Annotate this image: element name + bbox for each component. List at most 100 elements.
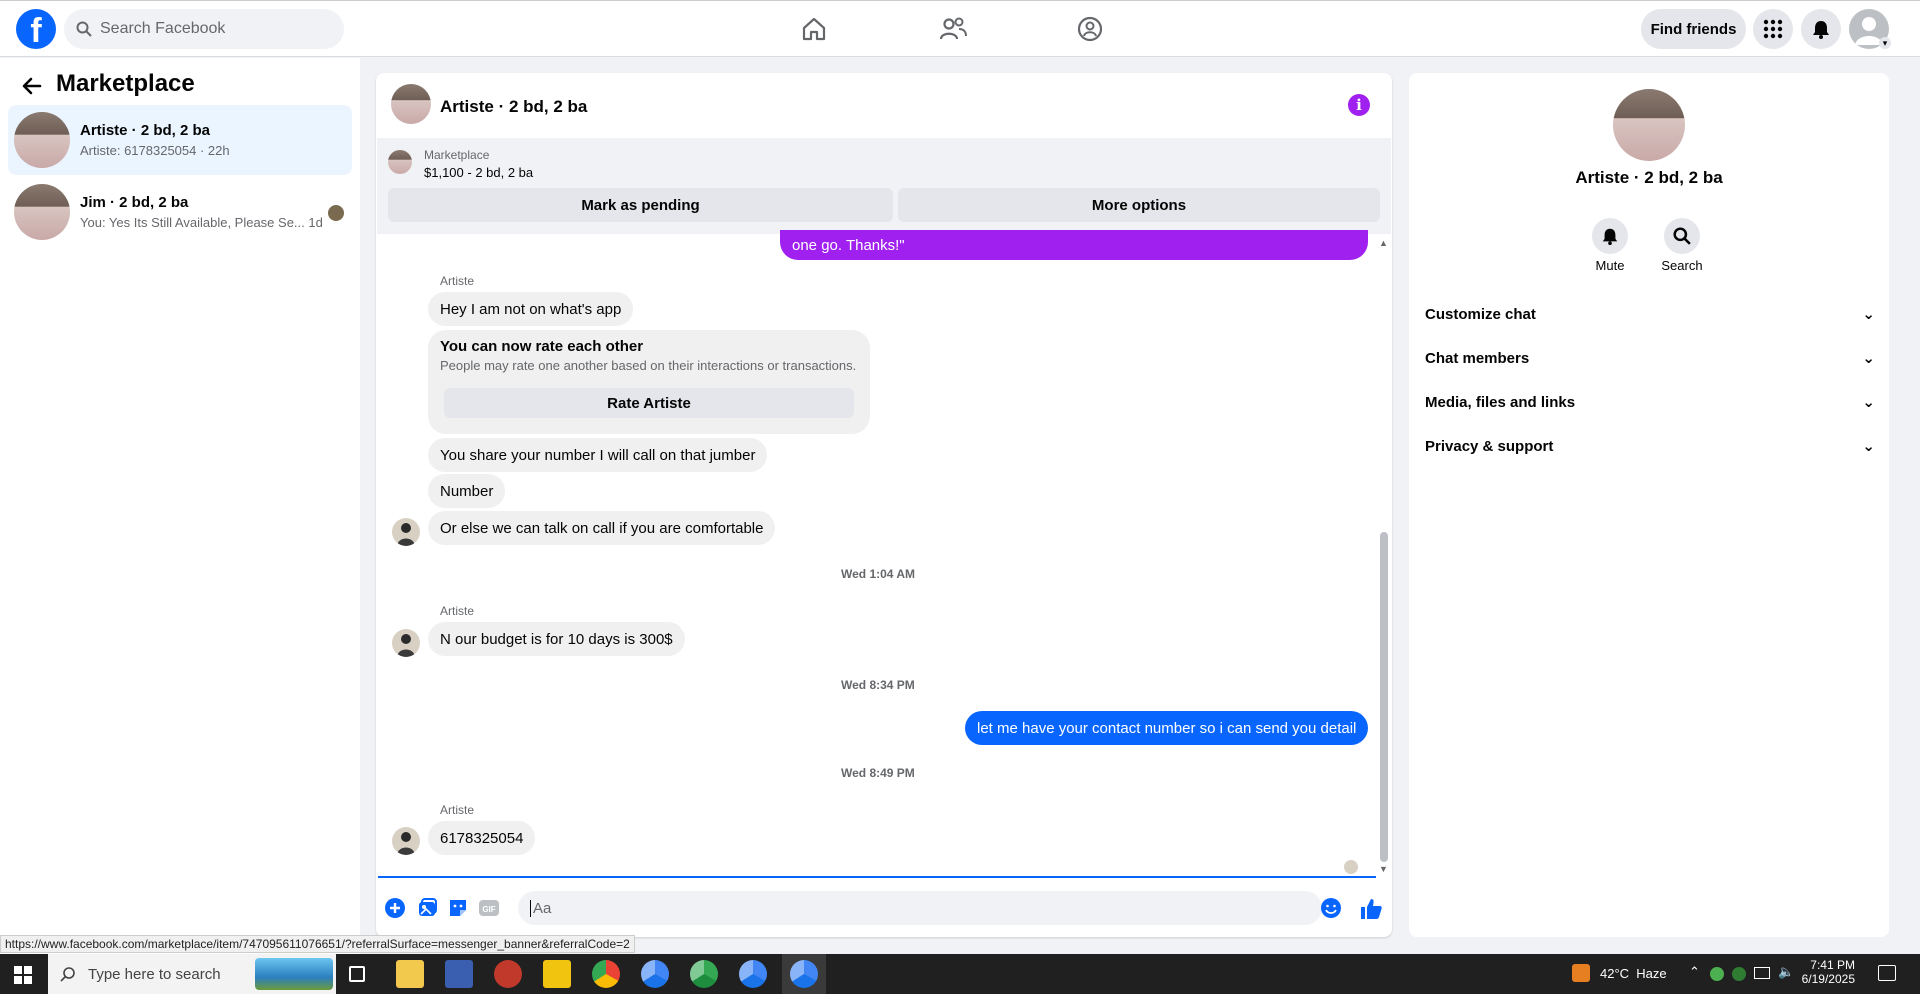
chat-header-title[interactable]: Artiste · 2 bd, 2 ba xyxy=(440,97,587,117)
incoming-message[interactable]: N our budget is for 10 days is 300$ xyxy=(428,622,685,656)
banner-thumbnail xyxy=(388,150,412,174)
sticker-icon[interactable] xyxy=(447,897,469,919)
chat-header-thumbnail[interactable] xyxy=(391,84,431,124)
bell-icon xyxy=(1602,228,1618,245)
search-icon xyxy=(60,967,75,982)
incoming-message[interactable]: 6178325054 xyxy=(428,821,536,855)
add-plus-icon[interactable] xyxy=(384,897,406,919)
search-chat-button[interactable] xyxy=(1664,218,1700,254)
rate-artiste-button[interactable]: Rate Artiste xyxy=(444,388,854,418)
chevron-down-icon: ⌄ xyxy=(1862,394,1875,411)
thumbs-up-icon[interactable] xyxy=(1359,897,1383,921)
emoji-icon[interactable] xyxy=(1320,897,1342,919)
scroll-up-icon[interactable]: ▲ xyxy=(1379,238,1388,248)
groups-icon[interactable] xyxy=(1073,12,1107,46)
section-customize-chat[interactable]: Customize chat ⌄ xyxy=(1425,302,1875,326)
chrome-profile-icon[interactable] xyxy=(790,960,818,988)
conversation-item-artiste[interactable]: Artiste · 2 bd, 2 ba Artiste: 6178325054… xyxy=(8,105,352,175)
seen-avatar xyxy=(328,205,344,221)
info-icon[interactable]: i xyxy=(1348,94,1370,116)
scrollbar-thumb[interactable] xyxy=(1380,532,1388,862)
menu-grid-icon[interactable] xyxy=(1753,9,1793,49)
chrome-icon[interactable] xyxy=(592,960,620,988)
rate-card: You can now rate each other People may r… xyxy=(428,330,870,434)
incoming-message[interactable]: You share your number I will call on tha… xyxy=(428,438,768,472)
outgoing-message-partial[interactable]: one go. Thanks!" xyxy=(780,230,1368,260)
tray-app-icon[interactable] xyxy=(1710,967,1724,981)
sender-avatar[interactable] xyxy=(392,518,420,546)
chevron-down-icon: ⌄ xyxy=(1862,438,1875,455)
app-icon[interactable] xyxy=(494,960,522,988)
notification-center-icon[interactable] xyxy=(1878,965,1896,981)
chevron-down-icon: ⌄ xyxy=(1862,350,1875,367)
section-media-files-links[interactable]: Media, files and links ⌄ xyxy=(1425,390,1875,414)
sender-name: Artiste xyxy=(440,803,475,817)
listing-thumbnail xyxy=(14,184,70,240)
timestamp: Wed 8:49 PM xyxy=(841,766,915,780)
find-friends-button[interactable]: Find friends xyxy=(1641,9,1746,49)
message-input[interactable]: Aa xyxy=(518,891,1322,925)
conversation-title: Artiste · 2 bd, 2 ba xyxy=(80,122,211,139)
search-facebook-input[interactable]: Search Facebook xyxy=(64,9,344,49)
svg-text:GIF: GIF xyxy=(482,905,495,914)
conversation-item-jim[interactable]: Jim · 2 bd, 2 ba You: Yes Its Still Avai… xyxy=(8,177,352,247)
section-chat-members[interactable]: Chat members ⌄ xyxy=(1425,346,1875,370)
friends-icon[interactable] xyxy=(936,12,970,46)
gif-icon[interactable]: GIF xyxy=(478,897,500,919)
sender-avatar[interactable] xyxy=(392,629,420,657)
task-view-icon[interactable] xyxy=(349,966,365,982)
search-icon xyxy=(76,21,92,37)
home-icon[interactable] xyxy=(797,12,831,46)
chevron-down-icon[interactable]: ▾ xyxy=(1879,37,1891,49)
tray-app-icon[interactable] xyxy=(1732,967,1746,981)
app-icon[interactable] xyxy=(445,960,473,988)
sender-avatar[interactable] xyxy=(392,827,420,855)
chevron-down-icon: ⌄ xyxy=(1862,306,1875,323)
chrome-profile-icon[interactable] xyxy=(739,960,767,988)
sender-name: Artiste xyxy=(440,274,475,288)
weather-text[interactable]: 42°C Haze xyxy=(1600,966,1667,981)
rate-card-description: People may rate one another based on the… xyxy=(440,358,857,373)
file-explorer-icon[interactable] xyxy=(396,960,424,988)
outgoing-message[interactable]: let me have your contact number so i can… xyxy=(965,711,1369,745)
photo-icon[interactable] xyxy=(416,897,438,919)
conversation-preview: You: Yes Its Still Available, Please Se.… xyxy=(80,215,305,230)
banner-label: Marketplace xyxy=(424,148,490,162)
mute-label: Mute xyxy=(1595,258,1625,273)
chrome-profile-icon[interactable] xyxy=(641,960,669,988)
facebook-logo-icon[interactable]: f xyxy=(16,9,56,49)
sender-name: Artiste xyxy=(440,604,475,618)
incoming-message[interactable]: Or else we can talk on call if you are c… xyxy=(428,511,776,545)
notifications-bell-icon[interactable] xyxy=(1801,9,1841,49)
search-highlight-image xyxy=(255,958,333,990)
chrome-profile-icon[interactable] xyxy=(690,960,718,988)
mute-button[interactable] xyxy=(1592,218,1628,254)
rate-card-title: You can now rate each other xyxy=(440,338,644,355)
mark-as-pending-button[interactable]: Mark as pending xyxy=(388,188,893,222)
search-label: Search xyxy=(1661,258,1703,273)
incoming-message[interactable]: Number xyxy=(428,474,506,508)
back-arrow-icon[interactable] xyxy=(20,74,44,98)
search-placeholder: Search Facebook xyxy=(100,20,226,37)
section-privacy-support[interactable]: Privacy & support ⌄ xyxy=(1425,434,1875,458)
more-options-button[interactable]: More options xyxy=(898,188,1380,222)
read-receipt-avatar xyxy=(1344,860,1358,874)
link-status-url: https://www.facebook.com/marketplace/ite… xyxy=(0,935,635,953)
windows-start-icon[interactable] xyxy=(14,966,32,984)
incoming-message[interactable]: Hey I am not on what's app xyxy=(428,292,634,326)
chat-details-panel xyxy=(1409,73,1889,937)
network-icon[interactable] xyxy=(1754,967,1770,979)
listing-thumbnail xyxy=(14,112,70,168)
scroll-down-icon[interactable]: ▼ xyxy=(1379,864,1388,874)
timestamp: Wed 8:34 PM xyxy=(841,678,915,692)
chat-details-title: Artiste · 2 bd, 2 ba xyxy=(1575,168,1723,187)
clock[interactable]: 7:41 PM 6/19/2025 xyxy=(1795,958,1855,986)
sticky-notes-icon[interactable] xyxy=(543,960,571,988)
message-placeholder: Aa xyxy=(530,899,551,917)
show-hidden-icons-icon[interactable]: ⌃ xyxy=(1689,964,1700,980)
weather-icon[interactable] xyxy=(1572,964,1590,982)
page-title: Marketplace xyxy=(56,70,195,97)
volume-icon[interactable]: 🔈 xyxy=(1778,964,1794,980)
profile-thumbnail[interactable] xyxy=(1613,89,1685,161)
conversation-time: 1d xyxy=(308,215,323,230)
